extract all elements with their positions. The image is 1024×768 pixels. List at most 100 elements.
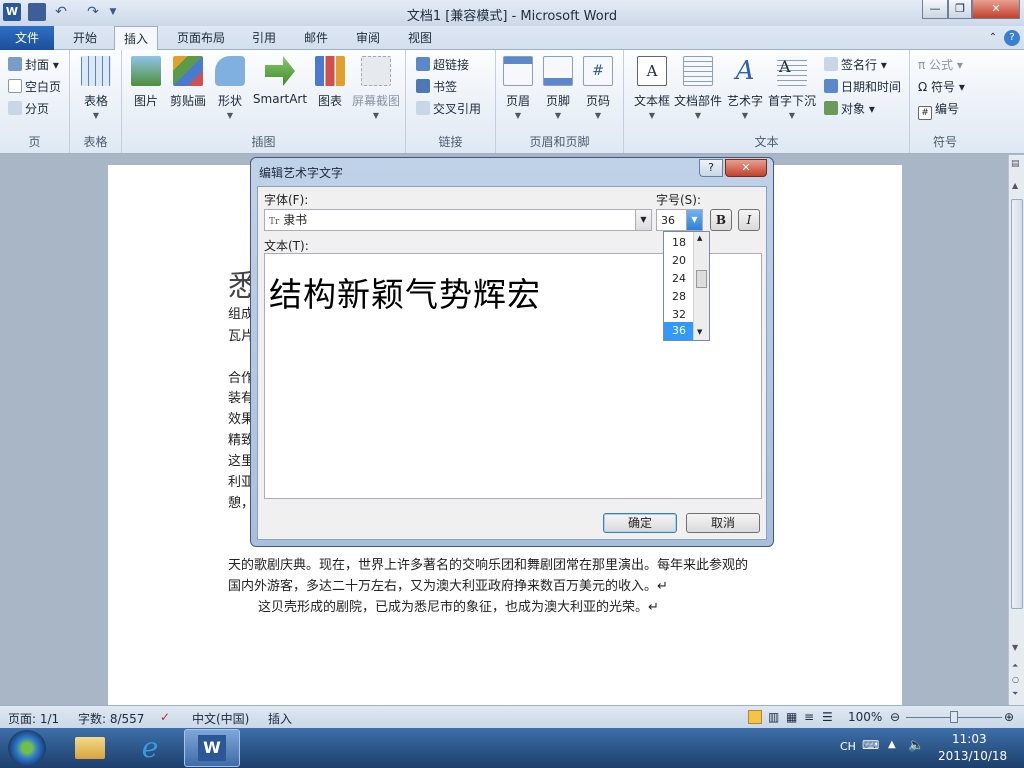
screenshot-button[interactable]: 屏幕截图 ▼ <box>350 56 402 120</box>
text-box-button[interactable]: A 文本框 ▼ <box>628 56 676 120</box>
zoom-out-icon[interactable]: ⊖ <box>890 710 900 724</box>
vertical-scrollbar[interactable]: ▤ ▲ ▼ ⏶ ○ ⏷ <box>1008 155 1024 705</box>
tab-references[interactable]: 引用 <box>244 26 284 50</box>
size-list-thumb[interactable] <box>696 270 707 288</box>
date-time-icon <box>824 79 838 93</box>
minimize-button[interactable]: — <box>922 0 948 19</box>
page-count[interactable]: 页面: 1/1 <box>8 710 59 727</box>
size-option[interactable]: 28 <box>664 288 694 306</box>
font-dropdown-arrow-icon[interactable]: ▼ <box>635 210 651 230</box>
size-dropdown-arrow-icon[interactable]: ▼ <box>686 210 702 230</box>
shapes-button[interactable]: 形状 ▼ <box>208 56 252 120</box>
tab-page-layout[interactable]: 页面布局 <box>168 26 234 50</box>
language-indicator[interactable]: 中文(中国) <box>192 710 249 727</box>
ime-indicator[interactable]: CH <box>840 740 856 753</box>
zoom-level[interactable]: 100% <box>848 710 882 724</box>
browse-object-icon[interactable]: ○ <box>1012 675 1019 684</box>
size-dropdown-list[interactable]: 18 20 24 28 32 36 ▲ ▼ <box>663 231 710 341</box>
next-page-icon[interactable]: ⏷ <box>1012 689 1018 699</box>
tab-insert[interactable]: 插入 <box>114 26 158 51</box>
italic-button[interactable]: I <box>738 209 760 231</box>
volume-icon[interactable]: 🔈 <box>908 738 924 753</box>
bookmark-button[interactable]: 书签 <box>416 78 457 96</box>
signature-line-button[interactable]: 签名行 ▾ <box>824 56 887 74</box>
outline-view-icon[interactable]: ≡ <box>804 710 814 724</box>
start-button-icon[interactable] <box>8 730 46 766</box>
word-taskbar-button[interactable]: W <box>184 729 240 767</box>
hyperlink-button[interactable]: 超链接 <box>416 56 469 74</box>
tab-review[interactable]: 审阅 <box>348 26 388 50</box>
dialog-help-button[interactable]: ? <box>699 159 723 177</box>
font-select[interactable]: Tr 隶书 ▼ <box>264 209 652 231</box>
clipart-button[interactable]: 剪贴画 <box>166 56 210 109</box>
smartart-button[interactable]: SmartArt <box>250 56 310 106</box>
date-time-button[interactable]: 日期和时间 <box>824 78 901 96</box>
clipart-icon <box>173 56 203 86</box>
keyboard-icon[interactable]: ⌨ <box>862 738 879 752</box>
close-window-button[interactable]: ✕ <box>972 0 1020 19</box>
print-layout-icon[interactable] <box>748 710 762 724</box>
scroll-up-icon[interactable]: ▲ <box>697 234 702 242</box>
collapse-ribbon-icon[interactable]: ⌃ <box>986 26 1000 50</box>
size-label: 字号(S): <box>656 193 702 207</box>
page-number-icon: # <box>583 56 613 86</box>
quick-parts-button[interactable]: 文档部件 ▼ <box>674 56 722 120</box>
page-break-icon <box>8 101 22 115</box>
chart-button[interactable]: 图表 <box>308 56 352 109</box>
ruler-toggle-icon[interactable]: ▤ <box>1011 159 1020 169</box>
footer-button[interactable]: 页脚 ▼ <box>536 56 580 120</box>
ie-taskbar-button[interactable]: e <box>124 729 176 767</box>
status-bar: 页面: 1/1 字数: 8/557 ✓ 中文(中国) 插入 ▥ ▦ ≡ ☰ 10… <box>0 705 1024 728</box>
cover-page-button[interactable]: 封面 ▾ <box>8 56 59 74</box>
show-hidden-icons-icon[interactable]: ▲ <box>888 739 896 750</box>
web-layout-icon[interactable]: ▦ <box>786 710 797 724</box>
help-icon[interactable]: ? <box>1004 30 1020 46</box>
zoom-in-icon[interactable]: ⊕ <box>1004 710 1014 724</box>
restore-button[interactable]: ❐ <box>948 0 972 19</box>
numbering-button[interactable]: # 编号 <box>918 100 959 120</box>
scroll-down-icon[interactable]: ▼ <box>1012 643 1018 652</box>
proofing-icon[interactable]: ✓ <box>160 710 170 724</box>
size-option[interactable]: 24 <box>664 270 694 288</box>
tab-view[interactable]: 视图 <box>400 26 440 50</box>
scroll-down-icon[interactable]: ▼ <box>697 328 702 336</box>
size-list-scrollbar[interactable]: ▲ ▼ <box>693 232 709 340</box>
page-break-button[interactable]: 分页 <box>8 100 49 118</box>
zoom-slider-thumb[interactable] <box>950 711 958 723</box>
wordart-button[interactable]: A 艺术字 ▼ <box>722 56 768 120</box>
insert-mode[interactable]: 插入 <box>268 710 292 727</box>
group-label: 表格 <box>83 135 108 149</box>
clock-date[interactable]: 2013/10/18 <box>938 749 1007 763</box>
explorer-taskbar-button[interactable] <box>66 729 114 767</box>
size-option-selected[interactable]: 36 <box>664 322 694 340</box>
full-screen-reading-icon[interactable]: ▥ <box>768 710 779 724</box>
tab-home[interactable]: 开始 <box>62 26 108 50</box>
symbol-button[interactable]: Ω 符号 ▾ <box>918 78 965 96</box>
scroll-thumb[interactable] <box>1011 199 1023 609</box>
truetype-font-icon: Tr <box>269 217 280 227</box>
object-button[interactable]: 对象 ▾ <box>824 100 875 118</box>
draft-view-icon[interactable]: ☰ <box>822 710 833 724</box>
size-select[interactable]: 36 ▼ <box>656 209 703 231</box>
equation-button[interactable]: π 公式 ▾ <box>918 56 963 74</box>
picture-button[interactable]: 图片 <box>124 56 168 109</box>
bold-button[interactable]: B <box>710 209 732 231</box>
previous-page-icon[interactable]: ⏶ <box>1012 661 1018 671</box>
word-count[interactable]: 字数: 8/557 <box>78 710 144 727</box>
drop-cap-button[interactable]: A 首字下沉 ▼ <box>766 56 818 120</box>
dialog-close-button[interactable]: ✕ <box>725 159 767 177</box>
clock-time[interactable]: 11:03 <box>952 732 987 746</box>
size-option[interactable]: 20 <box>664 252 694 270</box>
tab-mailings[interactable]: 邮件 <box>296 26 336 50</box>
header-button[interactable]: 页眉 ▼ <box>496 56 540 120</box>
tab-file[interactable]: 文件 <box>0 26 54 50</box>
scroll-up-icon[interactable]: ▲ <box>1012 181 1018 190</box>
table-icon <box>81 56 111 86</box>
blank-page-button[interactable]: 空白页 <box>8 78 61 96</box>
size-option[interactable]: 18 <box>664 234 694 252</box>
cross-reference-button[interactable]: 交叉引用 <box>416 100 481 118</box>
ok-button[interactable]: 确定 <box>603 513 677 533</box>
cancel-button[interactable]: 取消 <box>686 513 760 533</box>
table-button[interactable]: 表格 ▼ <box>74 56 118 120</box>
page-number-button[interactable]: # 页码 ▼ <box>576 56 620 120</box>
